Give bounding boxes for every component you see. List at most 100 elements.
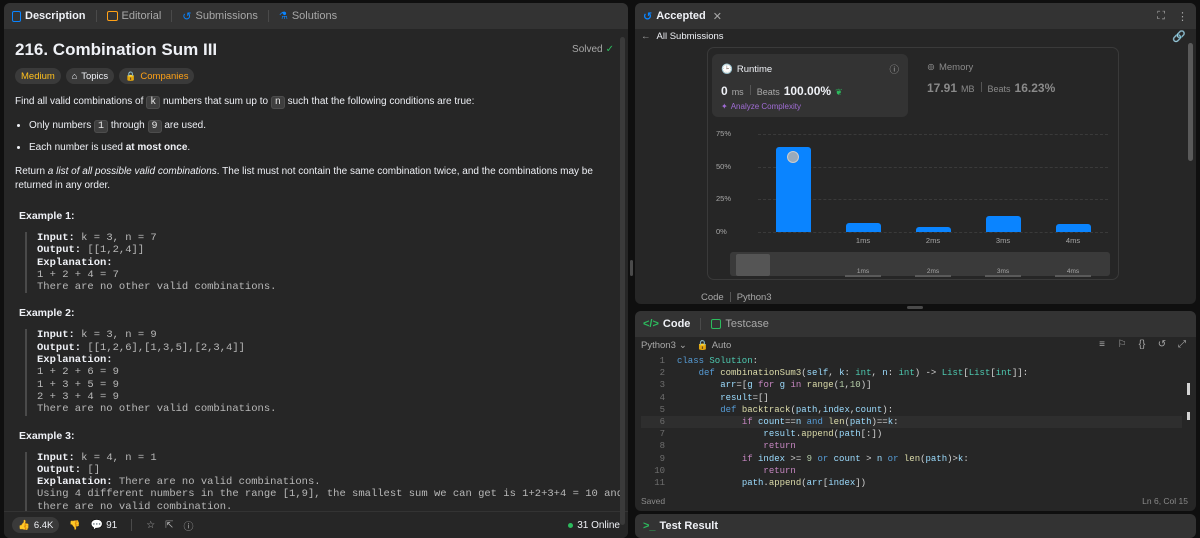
- more-icon[interactable]: ⋮: [1177, 10, 1188, 23]
- explanation-label: Explanation:: [37, 256, 113, 269]
- code-line[interactable]: 6 if count==n and len(path)==k:: [641, 415, 1182, 429]
- auto-mode-toggle[interactable]: 🔒 Auto: [697, 340, 731, 351]
- chart-bar[interactable]: [915, 226, 951, 232]
- runtime-card[interactable]: 🕒 Runtime ⓘ 0 ms Beats 100.00% ❦ ✦ Analy…: [712, 54, 908, 117]
- code-token: range: [806, 380, 834, 391]
- code-line[interactable]: 10 return: [641, 465, 1182, 477]
- analyze-complexity-button[interactable]: ✦ Analyze Complexity: [721, 102, 899, 111]
- share-icon[interactable]: ⇱: [165, 520, 173, 531]
- like-button[interactable]: 👍 6.4K: [12, 517, 60, 533]
- explanation-line: There are no other valid combinations.: [37, 281, 277, 294]
- conditions-list: Only numbers 1 through 9 are used. Each …: [29, 119, 614, 155]
- horizontal-resize-handle[interactable]: [907, 306, 923, 309]
- tab-testcase[interactable]: Testcase: [711, 318, 769, 330]
- language-select[interactable]: Python3 ⌄: [641, 340, 687, 351]
- link-icon[interactable]: 🔗: [1172, 30, 1186, 43]
- code-line[interactable]: 8 return: [641, 440, 1182, 452]
- overview-tick-label: 1ms: [845, 268, 881, 277]
- tab-divider: [171, 10, 173, 22]
- editor-toolbar: Python3 ⌄ 🔒 Auto ≡ ⚐ {} ↺ ⤢: [641, 335, 1188, 355]
- expand-icon[interactable]: ⤢: [1176, 339, 1188, 351]
- chart-bar[interactable]: [1055, 224, 1091, 232]
- history-icon: ↺: [182, 10, 192, 23]
- code-line[interactable]: 3 arr=[g for g in range(1,10)]: [641, 379, 1182, 391]
- editor-scrollbar[interactable]: [1187, 383, 1190, 395]
- tab-accepted[interactable]: ↺ Accepted ✕: [643, 10, 722, 23]
- list-item: Only numbers 1 through 9 are used.: [29, 119, 614, 134]
- code-line[interactable]: 7 result.append(path[:]): [641, 428, 1182, 440]
- format-icon[interactable]: ≡: [1096, 339, 1108, 351]
- result-scrollbar[interactable]: [1188, 43, 1193, 161]
- runtime-distribution-chart: 75% 50% 25% 0% 1ms 2ms 3ms 4ms 1ms 2ms 3ms 4ms: [708, 124, 1118, 284]
- code-line[interactable]: 11 path.append(arr[index]): [641, 477, 1182, 489]
- test-result-tabbar: >_ Test Result: [635, 514, 1196, 538]
- runtime-header: 🕒 Runtime ⓘ: [721, 62, 899, 77]
- memory-values: 17.91 MB Beats 16.23%: [927, 81, 1056, 95]
- topics-button[interactable]: ⌂ Topics: [65, 68, 115, 84]
- maximize-icon[interactable]: ⛶: [1157, 10, 1165, 23]
- line-number: 8: [659, 441, 665, 452]
- vertical-resize-handle[interactable]: [630, 260, 633, 276]
- code-area[interactable]: 1 class Solution: 2 def combinationSum3(se…: [641, 355, 1182, 491]
- star-icon[interactable]: ☆: [146, 520, 155, 531]
- explanation-line: There are no other valid combinations.: [37, 403, 277, 416]
- tab-description[interactable]: Description: [12, 10, 86, 22]
- code-line[interactable]: 4 result=[]: [641, 392, 1182, 404]
- tab-editorial[interactable]: Editorial: [106, 10, 161, 22]
- chart-bar[interactable]: [985, 216, 1021, 232]
- test-result-panel[interactable]: >_ Test Result: [635, 514, 1196, 538]
- code-token: ,: [828, 368, 840, 379]
- return-paragraph: Return a list of all possible valid comb…: [15, 166, 593, 191]
- gridline: [758, 166, 1108, 168]
- code-line[interactable]: 2 def combinationSum3(self, k: int, n: i…: [641, 367, 1182, 379]
- code-token: Solution: [709, 356, 753, 366]
- output-value: [[1,2,6],[1,3,5],[2,3,4]]: [81, 341, 245, 354]
- tab-code[interactable]: </> Code: [643, 318, 690, 330]
- tab-test-result[interactable]: >_ Test Result: [643, 520, 718, 532]
- problem-title[interactable]: 216. Combination Sum III: [15, 40, 614, 60]
- thumbs-up-icon: 👍: [18, 519, 30, 531]
- x-tick-label: 4ms: [1065, 236, 1081, 245]
- code-token: List: [968, 368, 991, 379]
- editor-scroll-mark: [1187, 412, 1190, 420]
- line-number: 9: [659, 453, 665, 464]
- overview-tick-label: 3ms: [985, 268, 1021, 277]
- code-token: backtrack: [741, 404, 791, 415]
- comments-button[interactable]: 💬 91: [91, 520, 118, 531]
- info-icon[interactable]: ⓘ: [889, 62, 899, 76]
- code-line[interactable]: 9 if index >= 9 or count > n or len(path…: [641, 453, 1182, 465]
- output-label: Output:: [37, 463, 82, 476]
- left-scrollbar[interactable]: [620, 37, 625, 525]
- tab-submissions[interactable]: ↺ Submissions: [182, 10, 258, 23]
- line-number: 5: [659, 404, 665, 415]
- code-token: or: [882, 453, 904, 464]
- close-icon[interactable]: ✕: [713, 10, 722, 23]
- overview-selection[interactable]: [736, 254, 770, 276]
- dislike-button[interactable]: 👎: [69, 520, 80, 531]
- code-token: )==: [871, 416, 888, 427]
- help-icon[interactable]: ⓘ: [184, 518, 194, 533]
- companies-button[interactable]: 🔒 Companies: [119, 68, 195, 84]
- memory-card[interactable]: ⊚ Memory 17.91 MB Beats 16.23%: [918, 54, 1114, 117]
- y-tick-label: 25%: [716, 194, 732, 204]
- input-value: k = 4, n = 1: [74, 451, 157, 464]
- line-number: 11: [654, 477, 665, 488]
- editor-statusbar: Saved Ln 6, Col 15: [641, 496, 1188, 506]
- clock-icon: 🕒: [721, 63, 733, 75]
- output-value: []: [81, 463, 101, 476]
- code-token: path: [925, 453, 948, 464]
- terminal-icon: >_: [643, 520, 656, 532]
- code-token: List: [941, 368, 964, 379]
- code-token: :: [844, 368, 856, 379]
- bookmark-icon[interactable]: ⚐: [1116, 339, 1128, 351]
- code-line[interactable]: 5 def backtrack(path,index,count):: [641, 404, 1182, 416]
- reset-icon[interactable]: ↺: [1156, 339, 1168, 351]
- code-token: ]): [855, 477, 867, 488]
- braces-icon[interactable]: {}: [1136, 339, 1148, 351]
- back-link[interactable]: ← All Submissions: [641, 31, 724, 42]
- editor-tabbar: </> Code Testcase: [635, 311, 1196, 337]
- chart-bar[interactable]: [845, 222, 881, 232]
- code-line[interactable]: 1 class Solution:: [641, 355, 1182, 367]
- tab-solutions[interactable]: ⚗ Solutions: [279, 10, 337, 22]
